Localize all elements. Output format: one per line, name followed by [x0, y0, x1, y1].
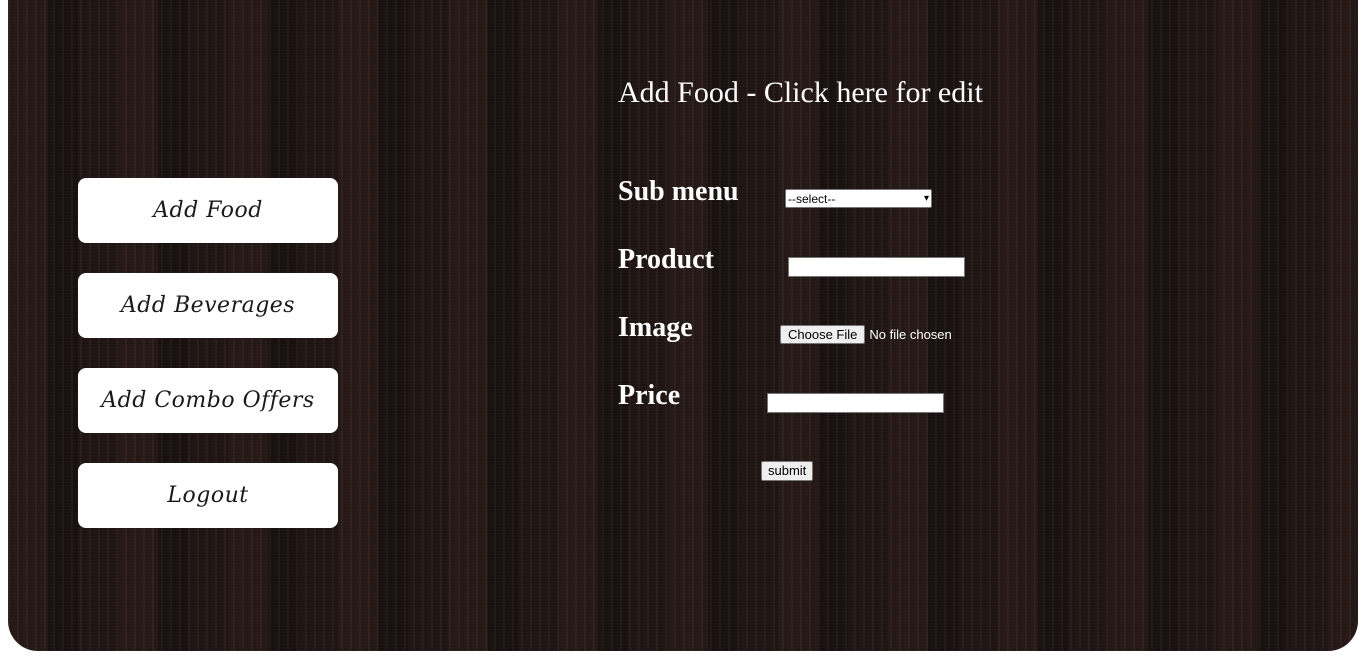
logout-button[interactable]: Logout: [78, 463, 338, 528]
choose-file-button[interactable]: Choose File: [780, 325, 866, 344]
add-combo-offers-button[interactable]: Add Combo Offers: [78, 368, 338, 433]
price-label: Price: [618, 380, 681, 411]
chevron-down-icon: ▾: [923, 192, 929, 204]
file-status-text: No file chosen: [869, 327, 952, 342]
image-label: Image: [618, 312, 693, 343]
page-title-edit-link[interactable]: Add Food - Click here for edit: [618, 76, 983, 110]
add-beverages-button[interactable]: Add Beverages: [78, 273, 338, 338]
add-food-button[interactable]: Add Food: [78, 178, 338, 243]
image-file-input: Choose File No file chosen: [780, 325, 952, 344]
submit-button[interactable]: submit: [761, 461, 814, 481]
product-label: Product: [618, 244, 714, 275]
main-panel: Add Food Add Beverages Add Combo Offers …: [8, 0, 1358, 651]
price-input[interactable]: [767, 393, 944, 413]
submenu-select[interactable]: --select-- ▾: [785, 189, 932, 208]
submenu-label: Sub menu: [618, 176, 739, 207]
product-input[interactable]: [788, 257, 965, 277]
sidebar-nav: Add Food Add Beverages Add Combo Offers …: [78, 178, 338, 558]
submenu-select-value: --select--: [788, 191, 836, 206]
